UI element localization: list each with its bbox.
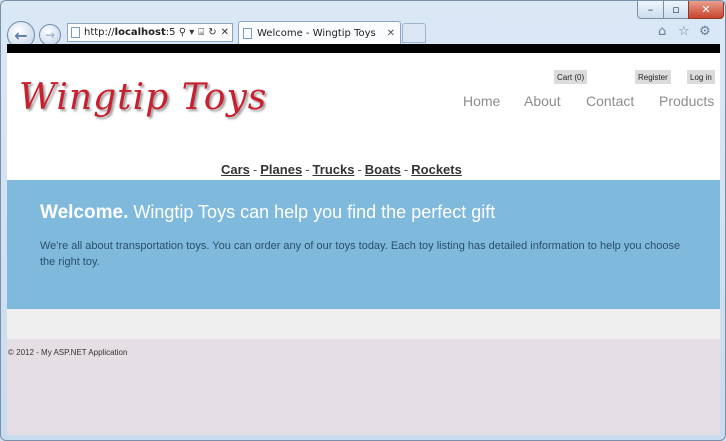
hero-body: We're all about transportation toys. You… (40, 240, 681, 268)
nav-products[interactable]: Products (659, 93, 714, 109)
category-link-planes[interactable]: Planes (260, 162, 302, 177)
hero-title-rest: Wingtip Toys can help you find the perfe… (128, 202, 496, 222)
search-dropdown-icon[interactable]: ⚲ ▾ (179, 27, 195, 38)
category-link-rockets[interactable]: Rockets (411, 162, 462, 177)
nav-home[interactable]: Home (463, 93, 500, 109)
hero-title: Welcome. Wingtip Toys can help you find … (40, 202, 495, 224)
category-link-trucks[interactable]: Trucks (313, 162, 355, 177)
footer: © 2012 - My ASP.NET Application (7, 339, 720, 435)
page-icon (71, 27, 80, 38)
page-content: Wingtip Toys Cart (0) Register Log in Ho… (7, 44, 720, 435)
back-arrow-icon: ← (14, 25, 28, 45)
nav-about[interactable]: About (524, 93, 561, 109)
footer-copyright: © 2012 - My ASP.NET Application (8, 348, 128, 357)
login-link[interactable]: Log in (687, 70, 715, 84)
cart-link[interactable]: Cart (0) (554, 70, 588, 84)
favorites-icon[interactable]: ☆ (678, 24, 690, 39)
forward-arrow-icon: → (44, 28, 56, 42)
content-divider (7, 309, 720, 339)
category-separator: - (252, 162, 258, 177)
tab-title: Welcome - Wingtip Toys (257, 27, 376, 39)
home-icon[interactable]: ⌂ (658, 24, 666, 39)
address-bar[interactable]: http://localhost:5 ⚲ ▾ ⌸ ↻ ✕ (67, 23, 233, 42)
tab-welcome[interactable]: Welcome - Wingtip Toys ✕ (238, 21, 401, 44)
page-icon (243, 27, 252, 39)
new-tab-button[interactable] (402, 23, 426, 43)
browser-window: – ▫ ✕ ← → http://localhost:5 ⚲ ▾ ⌸ ↻ ✕ W… (0, 0, 726, 441)
forward-button[interactable]: → (39, 24, 61, 46)
hero-title-bold: Welcome. (40, 202, 129, 223)
address-host: localhost (114, 27, 166, 38)
nav-contact[interactable]: Contact (586, 93, 634, 109)
address-prefix: http:// (84, 27, 115, 38)
category-separator: - (305, 162, 310, 177)
refresh-icon[interactable]: ↻ (208, 27, 216, 38)
settings-icon[interactable]: ⚙ (699, 24, 711, 39)
category-separator: - (357, 162, 362, 177)
tab-close-icon[interactable]: ✕ (387, 28, 400, 39)
category-link-cars[interactable]: Cars (221, 162, 250, 177)
hero-banner: Welcome. Wingtip Toys can help you find … (7, 180, 720, 309)
address-suffix: :5 (165, 27, 176, 38)
maximize-button[interactable]: ▫ (663, 1, 689, 19)
category-menu: Cars - Planes - Trucks - Boats - Rockets (221, 162, 462, 177)
stop-icon[interactable]: ✕ (221, 27, 229, 38)
close-window-button[interactable]: ✕ (688, 1, 724, 19)
top-bar (7, 44, 720, 53)
category-link-boats[interactable]: Boats (365, 162, 401, 177)
site-logo[interactable]: Wingtip Toys (19, 77, 267, 118)
minimize-button[interactable]: – (637, 1, 664, 19)
category-separator: - (403, 162, 409, 177)
register-link[interactable]: Register (635, 70, 671, 84)
compatibility-icon[interactable]: ⌸ (198, 27, 204, 38)
